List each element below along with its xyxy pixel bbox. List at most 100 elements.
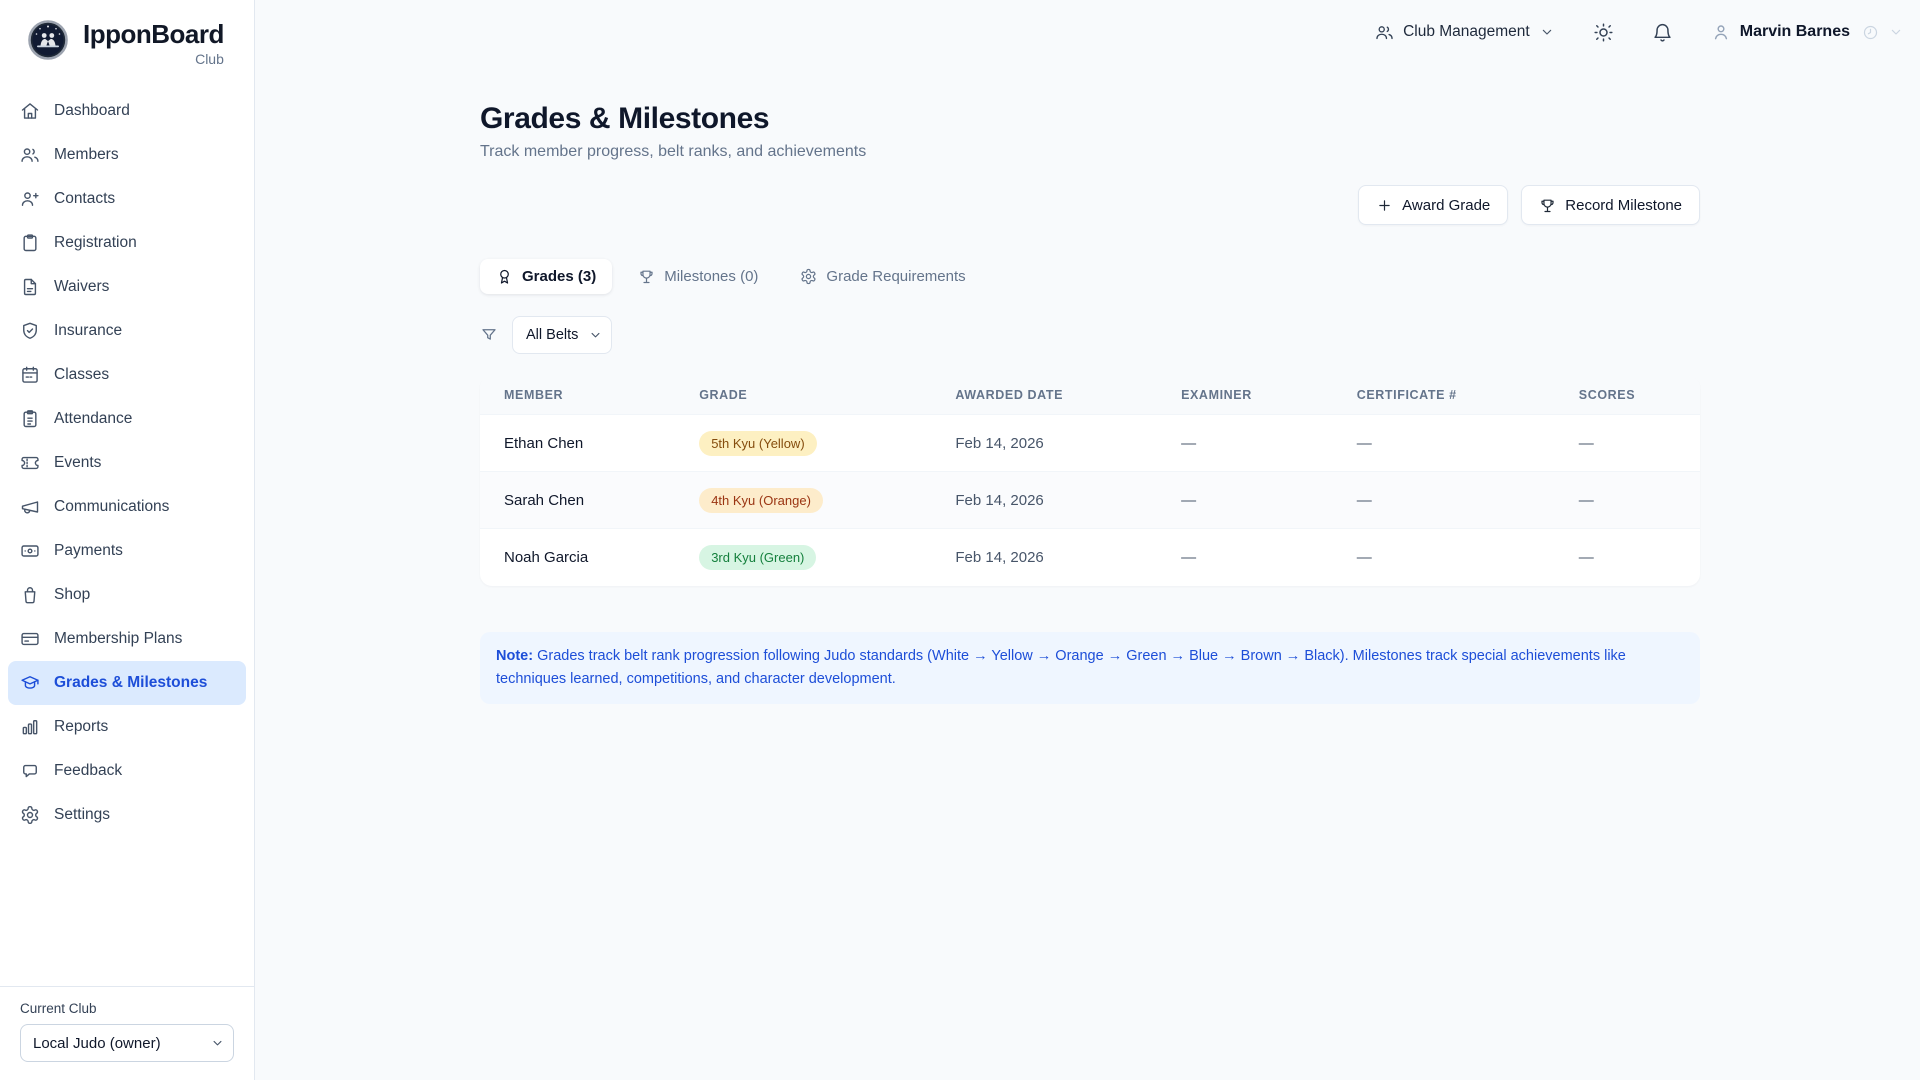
current-club-select[interactable]: Local Judo (owner) (20, 1024, 234, 1062)
sidebar-item-dashboard[interactable]: Dashboard (8, 89, 246, 133)
sidebar-item-contacts[interactable]: Contacts (8, 177, 246, 221)
sidebar-item-grades-milestones[interactable]: Grades & Milestones (8, 661, 246, 705)
tab-label: Grades (3) (522, 268, 596, 285)
sidebar-item-members[interactable]: Members (8, 133, 246, 177)
calendar-icon (20, 365, 40, 385)
person-icon (1711, 22, 1731, 42)
sidebar-item-reports[interactable]: Reports (8, 705, 246, 749)
examiner-value: — (1157, 472, 1333, 529)
sidebar-item-events[interactable]: Events (8, 441, 246, 485)
user-plus-icon (20, 189, 40, 209)
sidebar-item-communications[interactable]: Communications (8, 485, 246, 529)
tab-grades[interactable]: Grades (3) (480, 259, 612, 294)
graduation-cap-icon (20, 673, 40, 693)
examiner-value: — (1157, 529, 1333, 586)
sidebar-item-settings[interactable]: Settings (8, 793, 246, 837)
award-grade-label: Award Grade (1402, 197, 1490, 214)
belt-filter-select[interactable]: All Belts (512, 316, 612, 354)
member-name: Noah Garcia (480, 529, 675, 586)
sidebar-item-membership-plans[interactable]: Membership Plans (8, 617, 246, 661)
sidebar-item-payments[interactable]: Payments (8, 529, 246, 573)
page-actions: Award Grade Record Milestone (480, 185, 1700, 225)
tab-grade-requirements[interactable]: Grade Requirements (784, 259, 981, 294)
sidebar-item-feedback[interactable]: Feedback (8, 749, 246, 793)
grade-badge: 4th Kyu (Orange) (699, 488, 823, 513)
scores-value: — (1555, 529, 1700, 586)
tab-bar: Grades (3) Milestones (0) Grade Requirem… (480, 259, 1700, 294)
clipboard-list-icon (20, 409, 40, 429)
chevron-down-icon (1539, 24, 1555, 40)
note-label: Note: (496, 648, 533, 664)
megaphone-icon (20, 497, 40, 517)
certificate-value: — (1333, 472, 1555, 529)
sidebar-item-label: Insurance (54, 322, 122, 340)
sidebar-item-label: Contacts (54, 190, 115, 208)
member-name: Ethan Chen (480, 415, 675, 472)
current-club-section: Current Club Local Judo (owner) (0, 986, 254, 1080)
sun-icon (1593, 22, 1614, 43)
users-icon (1375, 23, 1394, 42)
sidebar-item-waivers[interactable]: Waivers (8, 265, 246, 309)
note-text: Grades track belt rank progression follo… (496, 648, 1626, 687)
banknote-icon (20, 541, 40, 561)
filter-icon (480, 326, 498, 344)
filter-row: All Belts (480, 316, 1700, 354)
plus-icon (1376, 197, 1393, 214)
theme-toggle-button[interactable] (1593, 22, 1614, 43)
examiner-value: — (1157, 415, 1333, 472)
grade-badge: 3rd Kyu (Green) (699, 545, 816, 570)
col-awarded-date: Awarded Date (931, 376, 1157, 415)
sidebar-item-registration[interactable]: Registration (8, 221, 246, 265)
club-management-menu[interactable]: Club Management (1375, 23, 1555, 42)
record-milestone-button[interactable]: Record Milestone (1521, 185, 1700, 225)
col-scores: Scores (1555, 376, 1700, 415)
clock-icon (1862, 24, 1879, 41)
clipboard-icon (20, 233, 40, 253)
bar-chart-icon (20, 717, 40, 737)
notifications-button[interactable] (1652, 22, 1673, 43)
sidebar-item-label: Events (54, 454, 101, 472)
scores-value: — (1555, 472, 1700, 529)
user-menu[interactable]: Marvin Barnes (1711, 22, 1904, 42)
main-content: Grades & Milestones Track member progres… (480, 102, 1700, 704)
app-subtitle: Club (83, 51, 224, 67)
file-text-icon (20, 277, 40, 297)
shopping-bag-icon (20, 585, 40, 605)
sidebar-item-label: Communications (54, 498, 169, 516)
bell-icon (1652, 22, 1673, 43)
grade-badge: 5th Kyu (Yellow) (699, 431, 816, 456)
tab-label: Grade Requirements (826, 268, 965, 285)
home-icon (20, 101, 40, 121)
award-grade-button[interactable]: Award Grade (1358, 185, 1508, 225)
awarded-date: Feb 14, 2026 (931, 472, 1157, 529)
table-row[interactable]: Sarah Chen 4th Kyu (Orange) Feb 14, 2026… (480, 472, 1700, 529)
sidebar-item-label: Shop (54, 586, 90, 604)
sidebar-item-shop[interactable]: Shop (8, 573, 246, 617)
sidebar-item-classes[interactable]: Classes (8, 353, 246, 397)
tab-milestones[interactable]: Milestones (0) (622, 259, 774, 294)
club-management-label: Club Management (1403, 23, 1530, 41)
sidebar-item-label: Attendance (54, 410, 132, 428)
sidebar-item-attendance[interactable]: Attendance (8, 397, 246, 441)
sidebar-item-label: Registration (54, 234, 137, 252)
message-icon (20, 761, 40, 781)
gear-icon (20, 805, 40, 825)
credit-card-icon (20, 629, 40, 649)
shield-check-icon (20, 321, 40, 341)
awarded-date: Feb 14, 2026 (931, 415, 1157, 472)
app-logo (28, 20, 68, 60)
col-grade: Grade (675, 376, 931, 415)
sidebar-item-insurance[interactable]: Insurance (8, 309, 246, 353)
sidebar-item-label: Members (54, 146, 119, 164)
table-header-row: Member Grade Awarded Date Examiner Certi… (480, 376, 1700, 415)
page-subtitle: Track member progress, belt ranks, and a… (480, 143, 1700, 161)
certificate-value: — (1333, 529, 1555, 586)
sidebar-item-label: Payments (54, 542, 123, 560)
info-note: Note: Grades track belt rank progression… (480, 632, 1700, 704)
table-row[interactable]: Noah Garcia 3rd Kyu (Green) Feb 14, 2026… (480, 529, 1700, 586)
table-row[interactable]: Ethan Chen 5th Kyu (Yellow) Feb 14, 2026… (480, 415, 1700, 472)
users-icon (20, 145, 40, 165)
sidebar: IpponBoard Club Dashboard Members Contac… (0, 0, 255, 1080)
col-member: Member (480, 376, 675, 415)
col-examiner: Examiner (1157, 376, 1333, 415)
